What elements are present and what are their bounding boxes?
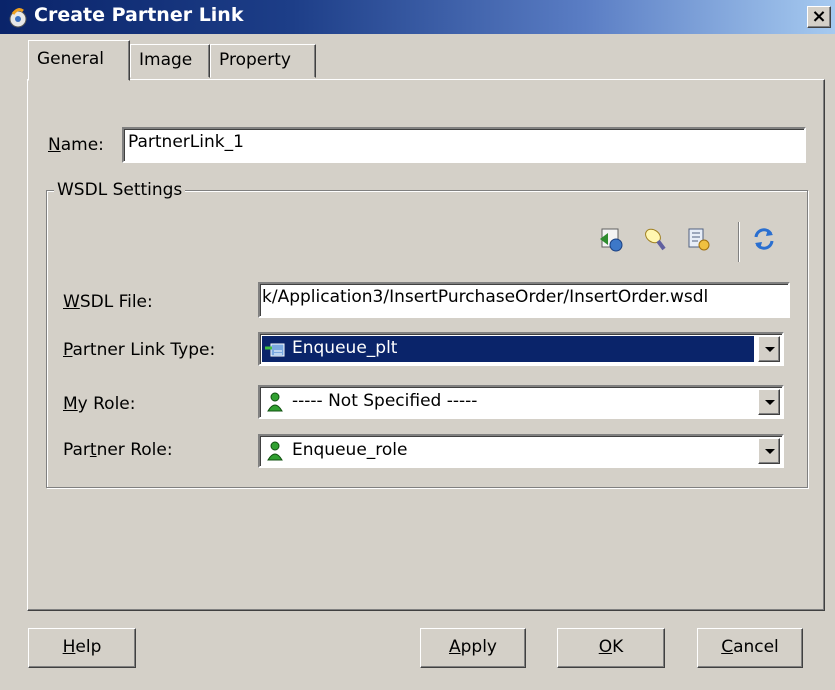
tab-general[interactable]: General	[28, 40, 130, 81]
role-icon	[267, 441, 283, 461]
partner-link-type-label: Partner Link Type:	[63, 340, 216, 360]
jdeveloper-app-icon	[9, 8, 27, 28]
find-partner-link-icon[interactable]	[640, 225, 668, 253]
partner-link-type-dropdown-arrow[interactable]	[758, 336, 780, 362]
partner-role-dropdown-arrow[interactable]	[758, 438, 780, 464]
partner-role-select[interactable]: Enqueue_role	[258, 434, 784, 468]
wsdl-file-label: WSDL File:	[63, 292, 153, 312]
window-title: Create Partner Link	[34, 4, 244, 26]
tab-property[interactable]: Property	[210, 44, 316, 78]
my-role-value: ----- Not Specified -----	[292, 391, 478, 411]
partner-role-label: Partner Role:	[63, 440, 173, 460]
help-button[interactable]: Help	[28, 628, 136, 668]
partner-link-type-select[interactable]: Enqueue_plt	[258, 332, 784, 366]
role-icon	[267, 392, 283, 412]
service-explorer-icon[interactable]	[684, 225, 712, 253]
my-role-dropdown-arrow[interactable]	[758, 389, 780, 415]
toolbar-separator	[738, 222, 740, 262]
partner-role-value: Enqueue_role	[292, 440, 408, 460]
close-button[interactable]: ×	[807, 6, 831, 28]
refresh-icon[interactable]	[750, 225, 778, 253]
apply-button[interactable]: Apply	[420, 628, 526, 668]
name-input[interactable]: PartnerLink_1	[122, 127, 806, 163]
partner-link-type-icon	[265, 343, 285, 357]
name-label: Name:	[48, 135, 104, 155]
my-role-label: My Role:	[63, 394, 136, 414]
partner-link-type-value: Enqueue_plt	[292, 338, 398, 358]
cancel-button[interactable]: Cancel	[697, 628, 803, 668]
wsdl-file-input[interactable]: k/Application3/InsertPurchaseOrder/Inser…	[258, 282, 790, 318]
title-bar: Create Partner Link ×	[0, 0, 835, 34]
my-role-select[interactable]: ----- Not Specified -----	[258, 385, 784, 419]
wsdl-settings-title: WSDL Settings	[54, 180, 186, 200]
tab-image[interactable]: Image	[130, 44, 210, 78]
ok-button[interactable]: OK	[557, 628, 665, 668]
browse-service-explorer-icon[interactable]	[597, 225, 625, 253]
